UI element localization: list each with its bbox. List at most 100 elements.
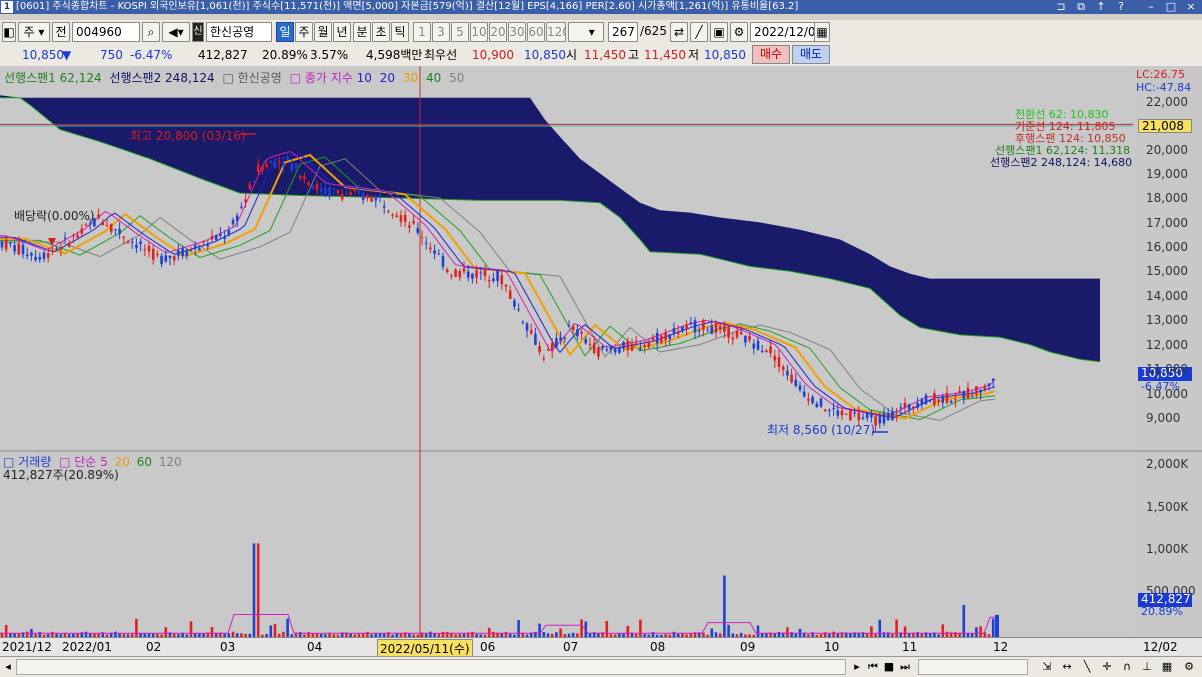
magnet-icon[interactable]: ∩ — [1120, 659, 1134, 675]
date-input[interactable]: 2022/12/02 — [750, 22, 816, 42]
draw-line-icon[interactable]: ╲ — [1080, 659, 1094, 675]
candle-body — [592, 343, 596, 353]
candle-body — [895, 415, 898, 417]
minimize-button[interactable]: – — [1142, 0, 1160, 14]
candle-body — [340, 193, 344, 200]
search-icon[interactable]: ⌕ — [142, 22, 160, 42]
candle-body — [521, 321, 525, 323]
period-day[interactable]: 일 — [276, 22, 294, 42]
count-60[interactable]: 60 — [527, 22, 545, 42]
zoom-out-icon[interactable]: ⇲ — [1040, 659, 1054, 675]
volume-bar — [273, 623, 277, 637]
chart-scrollbar[interactable]: ◂ ▸ ⏮ ■ ⏭ ⇲ ↔ ╲ ✛ ∩ ⊥ ▦ ⚙ — [0, 656, 1202, 677]
period-tick[interactable]: 틱 — [391, 22, 409, 42]
count-3[interactable]: 3 — [432, 22, 450, 42]
scroll-thumb[interactable] — [16, 659, 846, 675]
settings-icon[interactable]: ⚙ — [1182, 659, 1196, 675]
compare-icon[interactable]: ⇄ — [670, 22, 688, 42]
first-icon[interactable]: ⏮ — [866, 659, 880, 675]
count-20[interactable]: 20 — [489, 22, 507, 42]
candle-body — [777, 356, 781, 368]
draw-icon[interactable]: ╱ — [690, 22, 708, 42]
candle-body — [685, 324, 688, 329]
speaker-icon[interactable]: ◀▾ — [162, 22, 190, 42]
count-120[interactable]: 120 — [546, 22, 566, 42]
candle-body — [567, 325, 571, 327]
buy-button[interactable]: 매수 — [752, 45, 790, 64]
candle-body — [920, 399, 924, 406]
link-icon[interactable]: ⊐ — [1052, 0, 1070, 14]
period-week[interactable]: 주 — [295, 22, 313, 42]
candle-body — [508, 290, 512, 299]
candle-body — [878, 415, 882, 424]
high-label: 고 — [628, 48, 640, 62]
calendar-icon[interactable]: ▦ — [814, 22, 830, 42]
page-input[interactable]: 267 — [608, 22, 638, 42]
candle-body — [25, 254, 29, 256]
ma-30: 30 — [402, 71, 419, 85]
period-year[interactable]: 년 — [333, 22, 351, 42]
stock-code-input[interactable]: 004960 — [72, 22, 140, 42]
volume-bar — [580, 619, 583, 637]
last-icon[interactable]: ⏭ — [898, 659, 912, 675]
date-tick: 10 — [824, 640, 840, 654]
count-1[interactable]: 1 — [413, 22, 431, 42]
pin-icon[interactable]: ↑ — [1092, 0, 1110, 14]
candle-body — [248, 184, 252, 190]
prev-button[interactable]: 전 — [52, 22, 70, 42]
candle-body — [601, 346, 604, 349]
period-minute[interactable]: 분 — [353, 22, 371, 42]
scroll-left-icon[interactable]: ◂ — [2, 659, 14, 675]
ruler-icon[interactable]: ⊥ — [1140, 659, 1154, 675]
ichimoku-label: 선행스팬2 248,124: 14,680 — [990, 156, 1133, 169]
period-month[interactable]: 월 — [314, 22, 332, 42]
candle-body — [790, 374, 793, 383]
close-button[interactable]: × — [1182, 0, 1200, 14]
period-second[interactable]: 초 — [372, 22, 390, 42]
stock-name-field[interactable]: 한신공영 — [206, 22, 272, 42]
count-30[interactable]: 30 — [508, 22, 526, 42]
count-10[interactable]: 10 — [470, 22, 488, 42]
candle-body — [706, 330, 709, 332]
custom-count-select[interactable]: ▾ — [568, 22, 604, 42]
price-tick: 12,000 — [1146, 338, 1188, 352]
candle-body — [802, 391, 806, 397]
candle-body — [307, 182, 310, 186]
stop-icon[interactable]: ■ — [882, 659, 896, 675]
volume-bar — [710, 628, 714, 637]
grid-icon[interactable]: ▦ — [1160, 659, 1174, 675]
candle-body — [282, 163, 285, 166]
count-5[interactable]: 5 — [451, 22, 469, 42]
candle-body — [235, 215, 239, 221]
candle-body — [265, 163, 268, 168]
scroll-right-icon[interactable]: ▸ — [850, 659, 864, 675]
candle-body — [651, 337, 655, 341]
dividend-annotation: 배당락(0.00%) — [14, 209, 95, 223]
help-icon[interactable]: ? — [1112, 0, 1130, 14]
candle-body — [483, 270, 487, 276]
maximize-button[interactable]: □ — [1162, 0, 1180, 14]
candle-body — [882, 413, 886, 424]
copy-icon[interactable]: ⧉ — [1072, 0, 1090, 14]
volume-bar — [878, 619, 882, 637]
candle-body — [844, 413, 848, 415]
page-total: /625 — [640, 24, 667, 38]
volume-bar — [605, 620, 609, 637]
candle-body — [723, 325, 726, 332]
market-select[interactable]: 주 ▾ — [18, 22, 50, 42]
sell-button[interactable]: 매도 — [792, 45, 830, 64]
volume-bar — [487, 627, 491, 637]
fit-icon[interactable]: ↔ — [1060, 659, 1074, 675]
date-tick: 12/02 — [1143, 640, 1178, 654]
volume-bar — [723, 575, 726, 637]
gear-icon[interactable]: ⚙ — [730, 22, 748, 42]
candle-body — [832, 408, 835, 410]
save-icon[interactable]: ▣ — [710, 22, 728, 42]
cross-icon[interactable]: ✛ — [1100, 659, 1114, 675]
candle-body — [756, 340, 760, 350]
candle-body — [966, 387, 970, 399]
zoom-slider[interactable] — [918, 659, 1028, 675]
layout-icon[interactable]: ◧ — [2, 22, 16, 42]
candle-body — [151, 248, 155, 260]
candle-body — [546, 349, 550, 351]
